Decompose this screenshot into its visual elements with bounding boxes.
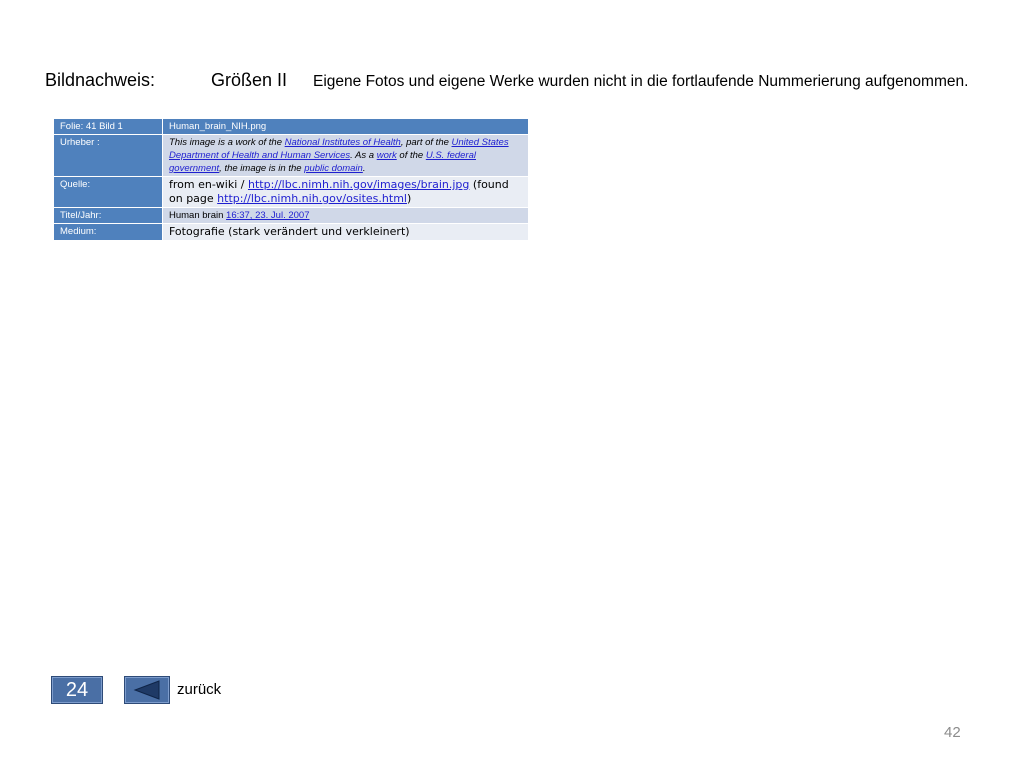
text: ) <box>406 192 412 205</box>
credits-table: Folie: 41 Bild 1 Human_brain_NIH.png Urh… <box>53 118 529 241</box>
table-row: Urheber : This image is a work of the Na… <box>54 135 528 176</box>
arrow-left-icon <box>133 680 160 700</box>
title-year-cell: Human brain 16:37, 23. Jul. 2007 <box>163 208 528 223</box>
table-row: Titel/Jahr: Human brain 16:37, 23. Jul. … <box>54 208 528 223</box>
medium-value: Fotografie (stark verändert und verklein… <box>169 225 410 238</box>
table-row: Medium: Fotografie (stark verändert und … <box>54 224 528 240</box>
author-cell: This image is a work of the National Ins… <box>163 135 528 176</box>
slide-number-button[interactable]: 24 <box>51 676 103 704</box>
table-row: Folie: 41 Bild 1 Human_brain_NIH.png <box>54 119 528 134</box>
file-name: Human_brain_NIH.png <box>163 119 528 134</box>
page-number: 42 <box>944 724 961 741</box>
text: , part of the <box>400 137 452 148</box>
text: , the image is in the <box>219 163 305 174</box>
back-label[interactable]: zurück <box>177 681 221 698</box>
page-subtitle: Größen II <box>211 70 288 90</box>
text: Human brain <box>169 210 227 221</box>
row-label: Quelle: <box>54 177 162 207</box>
row-label: Titel/Jahr: <box>54 208 162 223</box>
row-label: Folie: 41 Bild 1 <box>54 119 162 134</box>
source-cell: from en-wiki / http://lbc.nimh.nih.gov/i… <box>163 177 528 207</box>
date-link[interactable]: 16:37, 23. Jul. 2007 <box>226 210 309 221</box>
header-note: Eigene Fotos und eigene Werke wurden nic… <box>313 73 969 90</box>
work-link[interactable]: work <box>377 150 397 161</box>
page-title: Bildnachweis: <box>45 70 156 90</box>
text: of the <box>396 150 426 161</box>
nih-link[interactable]: National Institutes of Health <box>285 137 401 148</box>
text: . <box>362 163 366 174</box>
image-source-link[interactable]: http://lbc.nimh.nih.gov/images/brain.jpg <box>248 178 469 191</box>
text: This image is a work of the <box>169 137 285 148</box>
page-source-link[interactable]: http://lbc.nimh.nih.gov/osites.html <box>217 192 407 205</box>
text: from en-wiki / <box>169 178 248 191</box>
row-label: Medium: <box>54 224 162 240</box>
table-row: Quelle: from en-wiki / http://lbc.nimh.n… <box>54 177 528 207</box>
public-domain-link[interactable]: public domain <box>304 163 363 174</box>
header: Bildnachweis: Größen II Eigene Fotos und… <box>0 70 1024 98</box>
medium-cell: Fotografie (stark verändert und verklein… <box>163 224 528 240</box>
back-button[interactable] <box>124 676 170 704</box>
row-label: Urheber : <box>54 135 162 176</box>
text: . As a <box>350 150 377 161</box>
